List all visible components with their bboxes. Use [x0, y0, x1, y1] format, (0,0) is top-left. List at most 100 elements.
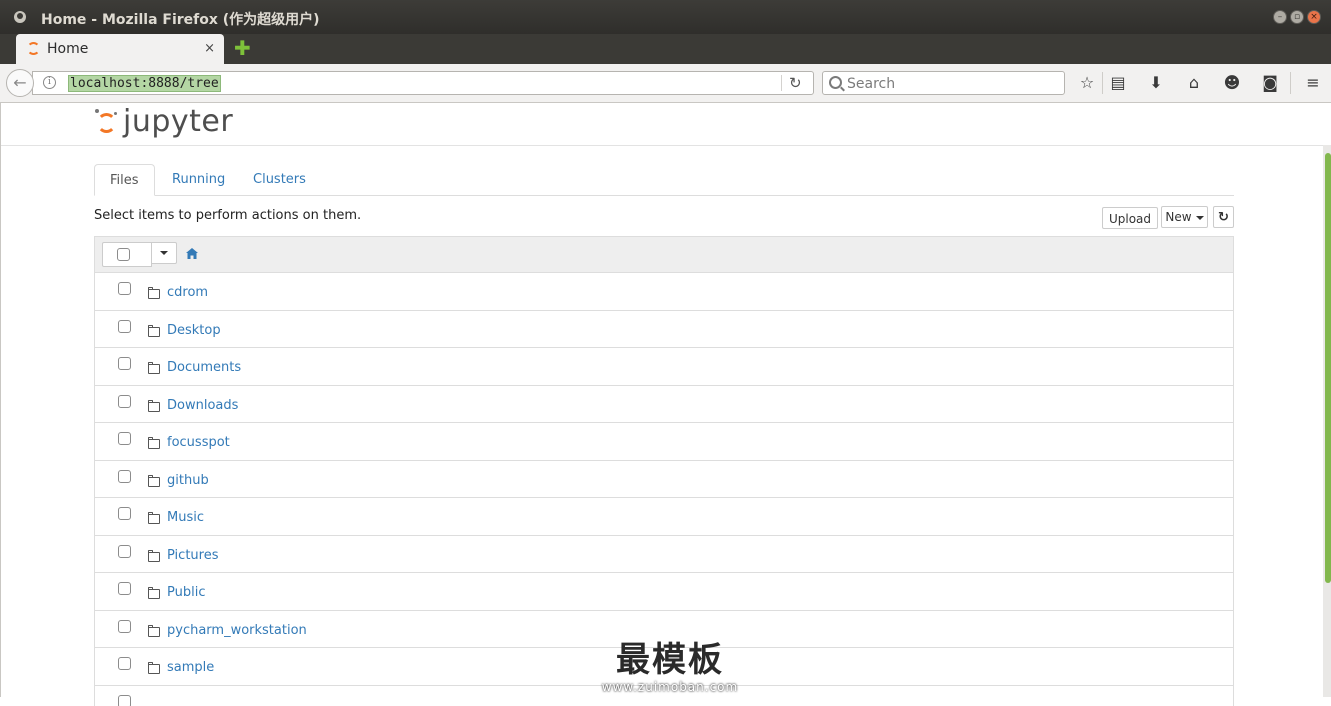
watermark-url-text: www.zuimoban.com [595, 680, 745, 694]
maximize-window-button[interactable]: ▫ [1290, 10, 1304, 24]
item-checkbox[interactable] [118, 470, 131, 483]
jupyter-header: jupyter [1, 103, 1323, 146]
jupyter-page: jupyter Files Running Clusters Select it… [0, 103, 1331, 697]
list-item[interactable]: Downloads [95, 386, 1233, 424]
browser-tab-strip: Home × ✚ [0, 34, 1331, 64]
list-item[interactable]: focusspot [95, 423, 1233, 461]
watermark-main-text: 最模板 [595, 640, 745, 680]
item-checkbox[interactable] [118, 507, 131, 520]
item-checkbox[interactable] [118, 545, 131, 558]
reading-list-icon[interactable]: ▤ [1107, 72, 1129, 94]
site-info-icon[interactable]: i [43, 76, 56, 89]
jupyter-favicon-icon [27, 42, 40, 55]
upload-button[interactable]: Upload [1102, 207, 1158, 229]
url-bar[interactable]: i localhost:8888/tree ↻ [32, 71, 814, 95]
item-name-link[interactable]: sample [167, 660, 214, 675]
item-name-link[interactable]: Music [167, 510, 204, 525]
item-checkbox[interactable] [118, 657, 131, 670]
folder-icon [148, 439, 160, 449]
new-button-label: New [1165, 210, 1191, 224]
refresh-icon: ↻ [1218, 210, 1229, 225]
item-name-link[interactable]: cdrom [167, 285, 208, 300]
home-page-icon[interactable]: ⌂ [1183, 72, 1205, 94]
item-checkbox[interactable] [118, 320, 131, 333]
list-item[interactable]: Documents [95, 348, 1233, 386]
list-item[interactable]: Music [95, 498, 1233, 536]
list-item[interactable]: github [95, 461, 1233, 499]
close-window-button[interactable]: × [1307, 10, 1321, 24]
folder-icon [148, 552, 160, 562]
bookmark-star-icon[interactable]: ☆ [1076, 72, 1098, 94]
item-checkbox[interactable] [118, 395, 131, 408]
item-checkbox[interactable] [118, 582, 131, 595]
browser-tab-label: Home [47, 41, 88, 57]
jupyter-logo-text: jupyter [123, 104, 233, 139]
item-checkbox[interactable] [118, 357, 131, 370]
window-title: Home - Mozilla Firefox (作为超级用户) [41, 9, 320, 29]
folder-icon [148, 327, 160, 337]
reload-icon[interactable]: ↻ [789, 74, 802, 92]
folder-icon [148, 514, 160, 524]
item-checkbox[interactable] [118, 695, 131, 706]
new-tab-icon[interactable]: ✚ [234, 39, 252, 57]
toolbar-divider [1102, 72, 1103, 94]
chevron-down-icon [160, 251, 168, 255]
folder-icon [148, 477, 160, 487]
url-bar-divider [781, 75, 782, 91]
jupyter-nav-tabs: Files Running Clusters [94, 164, 1234, 196]
item-checkbox[interactable] [118, 282, 131, 295]
search-bar[interactable] [822, 71, 1065, 95]
item-name-link[interactable]: Desktop [167, 323, 221, 338]
search-icon [829, 76, 842, 89]
hamburger-menu-icon[interactable]: ≡ [1302, 72, 1324, 94]
chevron-down-icon [1196, 216, 1204, 220]
download-icon[interactable]: ⬇ [1145, 72, 1167, 94]
toolbar-divider [1290, 72, 1291, 94]
upload-button-label: Upload [1109, 212, 1151, 226]
vertical-scrollbar[interactable] [1323, 145, 1331, 697]
item-name-link[interactable]: focusspot [167, 435, 230, 450]
selection-dropdown-button[interactable] [151, 242, 177, 264]
jupyter-logo-mark-icon [97, 113, 116, 133]
folder-icon [148, 589, 160, 599]
minimize-window-button[interactable]: – [1273, 10, 1287, 24]
tab-running[interactable]: Running [157, 164, 240, 195]
folder-icon [148, 364, 160, 374]
item-checkbox[interactable] [118, 620, 131, 633]
tab-files[interactable]: Files [94, 164, 155, 196]
browser-navbar: i localhost:8888/tree ↻ ← ☆ ▤ ⬇ ⌂ ☻ ◙ ≡ [0, 64, 1331, 103]
item-name-link[interactable]: Pictures [167, 548, 218, 563]
url-text[interactable]: localhost:8888/tree [68, 75, 221, 92]
window-menu-icon[interactable] [14, 11, 26, 23]
folder-icon [148, 289, 160, 299]
tab-clusters[interactable]: Clusters [238, 164, 321, 195]
folder-icon [148, 402, 160, 412]
select-all-box[interactable] [102, 242, 152, 267]
browser-tab-home[interactable]: Home × [16, 34, 224, 64]
watermark: 最模板 www.zuimoban.com [595, 640, 745, 697]
selection-hint: Select items to perform actions on them. [94, 208, 361, 223]
list-item[interactable]: Pictures [95, 536, 1233, 574]
chat-icon[interactable]: ☻ [1221, 72, 1243, 94]
scrollbar-thumb[interactable] [1325, 153, 1331, 583]
item-name-link[interactable]: pycharm_workstation [167, 623, 307, 638]
close-tab-icon[interactable]: × [204, 41, 215, 56]
item-name-link[interactable]: github [167, 473, 209, 488]
select-all-checkbox[interactable] [117, 248, 130, 261]
item-name-link[interactable]: Downloads [167, 398, 238, 413]
new-dropdown-button[interactable]: New [1161, 206, 1208, 228]
list-item[interactable]: Desktop [95, 311, 1233, 349]
window-titlebar: Home - Mozilla Firefox (作为超级用户) – ▫ × [0, 0, 1331, 34]
folder-icon [148, 664, 160, 674]
home-icon[interactable] [186, 248, 198, 259]
list-item[interactable]: cdrom [95, 273, 1233, 311]
refresh-button[interactable]: ↻ [1213, 206, 1234, 228]
search-input[interactable] [845, 74, 1059, 94]
pocket-icon[interactable]: ◙ [1259, 72, 1281, 94]
item-name-link[interactable]: Documents [167, 360, 241, 375]
item-checkbox[interactable] [118, 432, 131, 445]
item-name-link[interactable]: Public [167, 585, 205, 600]
list-item[interactable]: Public [95, 573, 1233, 611]
folder-icon [148, 627, 160, 637]
back-button[interactable]: ← [6, 69, 34, 97]
